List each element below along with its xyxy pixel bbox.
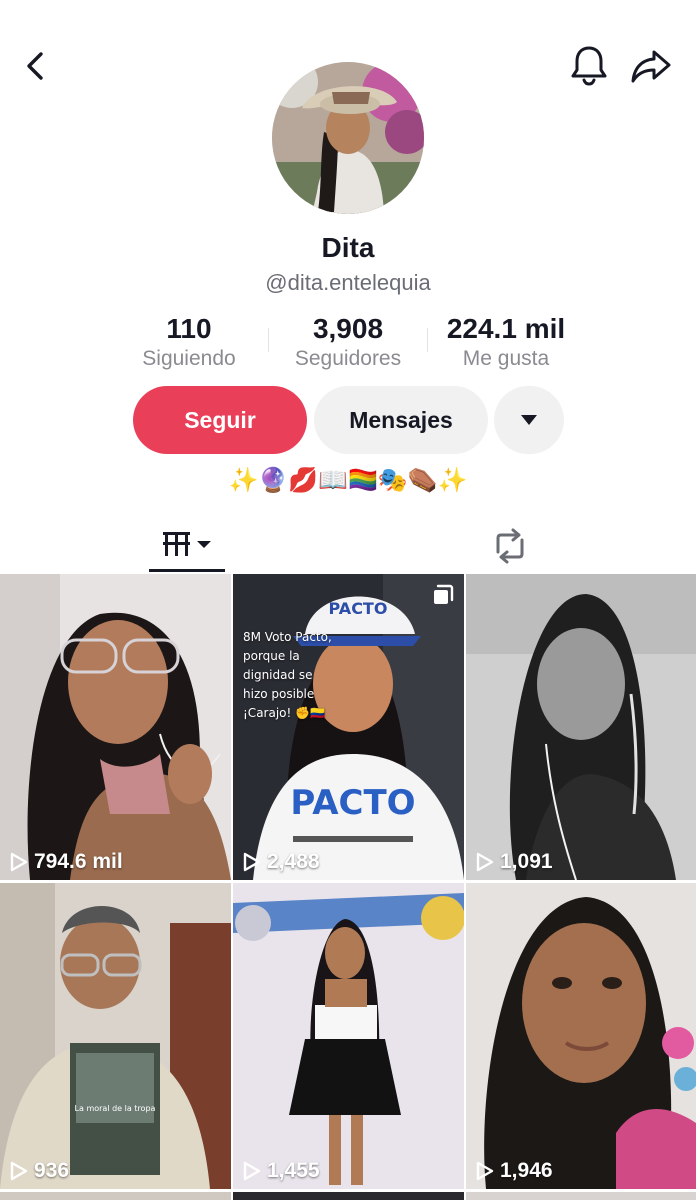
follow-button[interactable]: Seguir (133, 386, 307, 454)
view-count-text: 1,091 (500, 850, 553, 873)
svg-text:PACTO: PACTO (329, 599, 388, 618)
stat-divider (268, 328, 269, 352)
view-count: 2,488 (243, 850, 320, 874)
video-thumbnail[interactable]: 1,455 (233, 883, 464, 1189)
svg-text:La moral de la tropa: La moral de la tropa (75, 1104, 156, 1113)
more-options-button[interactable] (494, 386, 564, 454)
play-outline-icon (10, 852, 28, 872)
video-thumbnail[interactable] (0, 1192, 231, 1200)
profile-name: Dita (321, 232, 375, 263)
video-thumbnail-image (0, 1192, 231, 1200)
back-button[interactable] (20, 46, 52, 86)
view-count: 1,946 (476, 1159, 553, 1183)
profile-bio: ✨🔮💋📖🏳️‍🌈🎭⚰️✨ (228, 467, 468, 494)
followers-count: 3,908 (312, 313, 384, 344)
video-thumbnail-image: PACTO PACTO (233, 574, 464, 880)
video-thumbnail-image (0, 574, 231, 880)
play-outline-icon (476, 1161, 494, 1181)
video-thumbnail[interactable]: 1,946 (466, 883, 696, 1189)
followers-label: Seguidores (294, 347, 402, 370)
likes-label: Me gusta (462, 347, 550, 370)
notifications-button[interactable] (568, 42, 610, 88)
active-tab-indicator (149, 569, 225, 572)
video-thumbnail-image: La moral de la tropa (0, 883, 231, 1189)
stat-divider (427, 328, 428, 352)
video-thumbnail[interactable]: La moral de la tropa 936 (0, 883, 231, 1189)
chevron-left-icon (27, 52, 43, 80)
view-count: 1,455 (243, 1159, 320, 1183)
followers-stat[interactable]: 3,908 Seguidores (280, 312, 416, 372)
video-thumbnail-image (233, 1192, 464, 1200)
svg-text:PACTO: PACTO (290, 783, 415, 823)
likes-stat[interactable]: 224.1 mil Me gusta (436, 312, 576, 372)
video-thumbnail[interactable] (233, 1192, 464, 1200)
view-count: 936 (10, 1159, 69, 1183)
video-thumbnail[interactable]: 794.6 mil (0, 574, 231, 880)
repost-icon (496, 528, 524, 564)
view-count-text: 1,455 (267, 1159, 320, 1182)
messages-button[interactable]: Mensajes (314, 386, 488, 454)
following-count: 110 (166, 313, 212, 344)
video-thumbnail[interactable]: PACTO PACTO 8M Voto Pacto, porque la dig… (233, 574, 464, 880)
avatar[interactable] (272, 62, 424, 214)
video-thumbnail-image (466, 574, 696, 880)
view-count-text: 1,946 (500, 1159, 553, 1182)
view-count-text: 936 (34, 1159, 70, 1182)
likes-count: 224.1 mil (446, 313, 566, 344)
play-outline-icon (243, 852, 261, 872)
profile-handle: @dita.entelequia (265, 270, 431, 295)
share-button[interactable] (628, 44, 674, 88)
grid-bars-icon (163, 532, 211, 556)
tab-reposts[interactable] (488, 526, 532, 566)
avatar-image (272, 62, 424, 214)
share-arrow-icon (631, 50, 671, 83)
play-outline-icon (10, 1161, 28, 1181)
following-label: Siguiendo (142, 347, 236, 370)
view-count-text: 2,488 (267, 850, 320, 873)
video-thumbnail[interactable]: 1,091 (466, 574, 696, 880)
tab-videos[interactable] (149, 520, 225, 572)
video-thumbnail-image (233, 883, 464, 1189)
video-overlay-text: 8M Voto Pacto, porque la dignidad se hiz… (243, 630, 332, 720)
video-thumbnail[interactable] (466, 1192, 696, 1200)
caret-down-icon (521, 415, 537, 425)
view-count: 1,091 (476, 850, 553, 874)
following-stat[interactable]: 110 Siguiendo (129, 312, 249, 372)
content-tabs (0, 520, 696, 574)
play-outline-icon (243, 1161, 261, 1181)
video-thumbnail-image (466, 883, 696, 1189)
bell-icon (571, 46, 607, 86)
view-count-text: 794.6 mil (34, 850, 123, 873)
view-count: 794.6 mil (10, 850, 123, 874)
multiple-images-icon (434, 584, 454, 604)
video-grid: 794.6 mil PACTO PACTO 8M Voto Pacto, por… (0, 574, 696, 1200)
video-thumbnail-image (466, 1192, 696, 1200)
play-outline-icon (476, 852, 494, 872)
